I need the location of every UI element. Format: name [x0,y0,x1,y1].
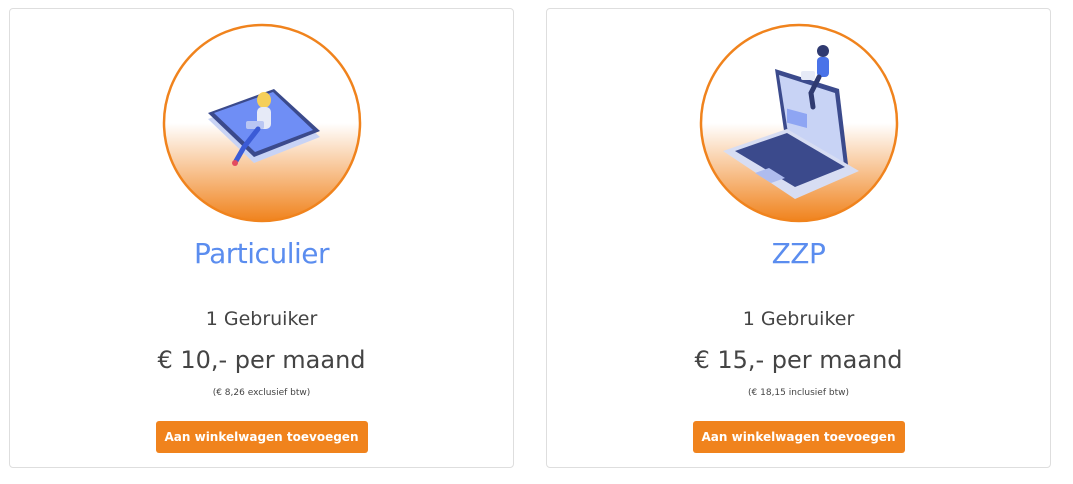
plan-title: Particulier [194,237,330,270]
add-to-cart-button[interactable]: Aan winkelwagen toevoegen [692,421,905,453]
plan-card-zzp: ZZP 1 Gebruiker € 15,- per maand (€ 18,1… [546,8,1051,468]
tax-note: (€ 8,26 exclusief btw) [212,388,311,398]
person-sitting-on-smartphone-icon [162,23,361,223]
plan-card-particulier: Particulier 1 Gebruiker € 10,- per maand… [9,8,514,468]
plan-price: € 10,- per maand [157,346,366,374]
tax-note: (€ 18,15 inclusief btw) [748,388,849,398]
plan-title: ZZP [771,237,826,270]
plan-price: € 15,- per maand [694,346,903,374]
user-count: 1 Gebruiker [205,308,318,330]
user-count: 1 Gebruiker [742,308,855,330]
add-to-cart-button[interactable]: Aan winkelwagen toevoegen [155,421,368,453]
person-sitting-on-laptop-icon [699,23,898,223]
